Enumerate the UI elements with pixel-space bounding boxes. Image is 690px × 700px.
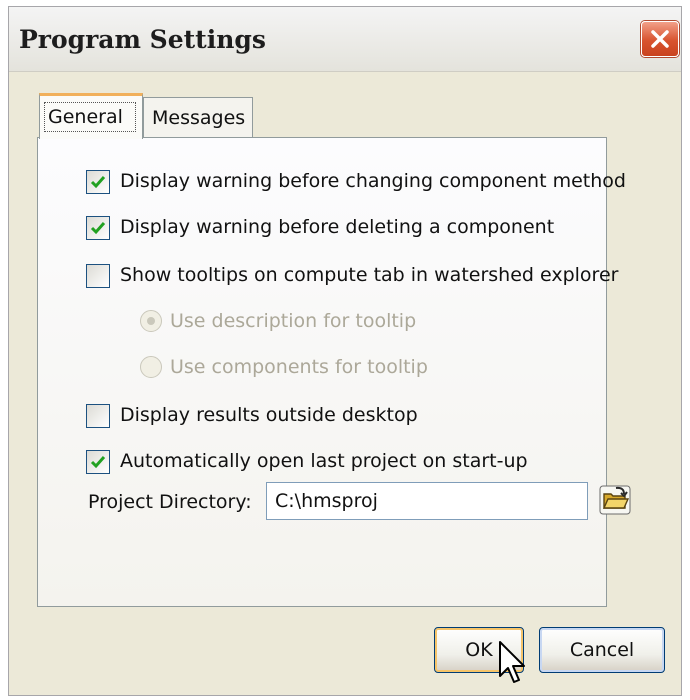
checkmark-icon: [90, 222, 106, 235]
radio-button-use-components: [140, 356, 162, 378]
radio-selected-dot: [147, 317, 155, 325]
checkmark-icon: [90, 456, 106, 469]
option-label: Show tooltips on compute tab in watershe…: [120, 264, 619, 286]
checkbox-warn-change-method[interactable]: [86, 170, 110, 194]
program-settings-dialog: Program Settings General Messages Displa…: [8, 6, 682, 696]
checkbox-warn-delete-component[interactable]: [86, 216, 110, 240]
radio-label: Use description for tooltip: [170, 310, 417, 332]
dialog-title: Program Settings: [19, 25, 266, 54]
radio-button-use-description: [140, 310, 162, 332]
general-tab-panel: Display warning before changing componen…: [37, 137, 631, 607]
checkbox-auto-open-last-project[interactable]: [86, 450, 110, 474]
checkbox-display-results-outside[interactable]: [86, 404, 110, 428]
open-folder-icon: [599, 485, 631, 515]
title-bar: Program Settings: [9, 7, 681, 72]
tab-messages[interactable]: Messages: [143, 97, 253, 137]
close-button[interactable]: [641, 21, 679, 57]
cancel-button[interactable]: Cancel: [539, 627, 665, 673]
checkmark-icon: [90, 176, 106, 189]
option-label: Display results outside desktop: [120, 404, 418, 426]
option-label: Display warning before changing componen…: [120, 170, 626, 192]
checkbox-show-tooltips[interactable]: [86, 264, 110, 288]
project-directory-label: Project Directory:: [88, 491, 252, 513]
radio-label: Use components for tooltip: [170, 356, 428, 378]
browse-folder-button[interactable]: [598, 484, 632, 516]
project-directory-input[interactable]: C:\hmsproj: [266, 482, 588, 520]
option-label: Display warning before deleting a compon…: [120, 216, 555, 238]
tab-general-label: General: [48, 106, 123, 128]
mouse-pointer-icon: [499, 641, 525, 683]
tab-general[interactable]: General: [39, 93, 143, 139]
tab-messages-label: Messages: [152, 107, 246, 129]
option-label: Automatically open last project on start…: [120, 450, 528, 472]
close-icon: [651, 30, 669, 48]
